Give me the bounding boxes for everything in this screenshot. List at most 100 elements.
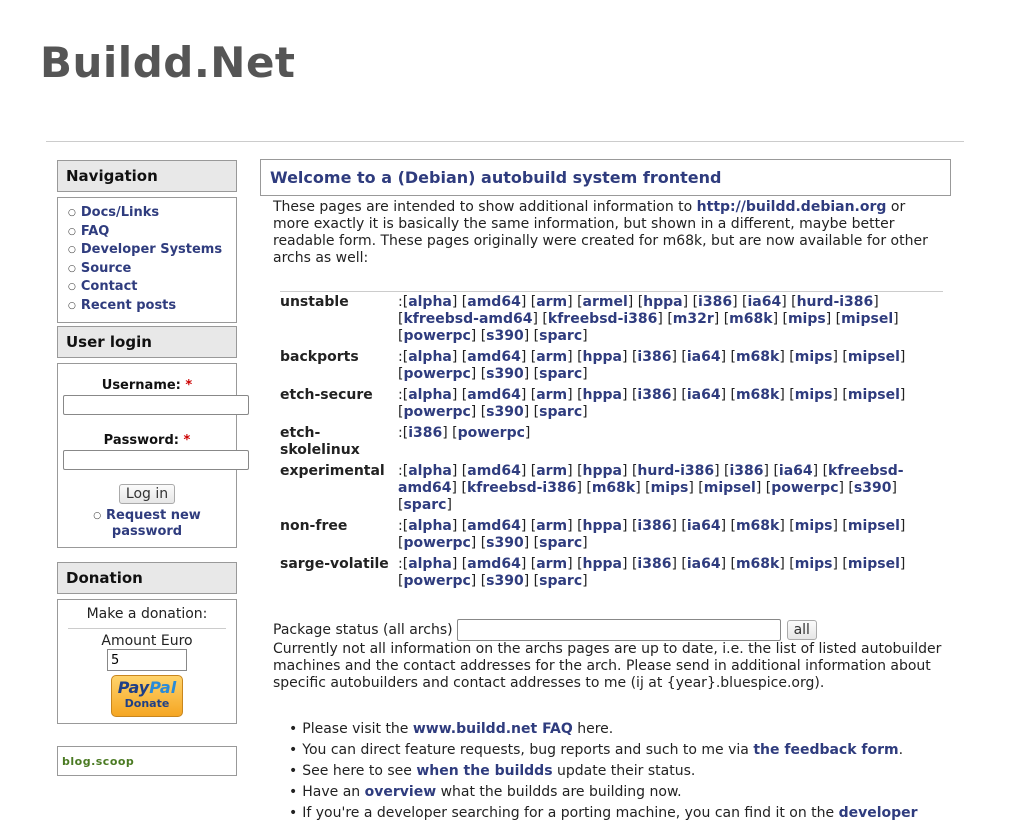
- bullet-link[interactable]: www.buildd.net FAQ: [413, 721, 573, 737]
- arch-link[interactable]: ia64: [687, 387, 721, 403]
- arch-link[interactable]: m68k: [736, 387, 779, 403]
- arch-link[interactable]: amd64: [467, 518, 521, 534]
- arch-link[interactable]: mipsel: [704, 480, 756, 496]
- arch-link[interactable]: powerpc: [403, 404, 470, 420]
- arch-link[interactable]: sparc: [539, 328, 582, 344]
- arch-link[interactable]: ia64: [747, 294, 781, 310]
- arch-link[interactable]: mips: [795, 556, 833, 572]
- arch-link[interactable]: powerpc: [403, 535, 470, 551]
- login-button[interactable]: Log in: [118, 484, 176, 504]
- arch-link[interactable]: s390: [486, 573, 524, 589]
- request-password-link[interactable]: Request new password: [106, 508, 201, 539]
- arch-link[interactable]: arm: [536, 518, 567, 534]
- arch-link[interactable]: arm: [536, 387, 567, 403]
- arch-link[interactable]: kfreebsd-amd64: [403, 311, 532, 327]
- nav-link-faq[interactable]: FAQ: [81, 224, 110, 239]
- arch-link[interactable]: ia64: [687, 518, 721, 534]
- arch-link[interactable]: m32r: [673, 311, 714, 327]
- arch-link[interactable]: mips: [651, 480, 689, 496]
- arch-link[interactable]: i386: [637, 556, 671, 572]
- arch-link[interactable]: hppa: [583, 518, 622, 534]
- arch-link[interactable]: i386: [637, 349, 671, 365]
- package-status-input[interactable]: [456, 619, 781, 641]
- nav-link-contact[interactable]: Contact: [81, 279, 138, 294]
- username-input[interactable]: [63, 395, 249, 415]
- buildd-debian-link[interactable]: http://buildd.debian.org: [697, 199, 887, 215]
- bullet-link[interactable]: the feedback form: [753, 742, 898, 758]
- arch-link[interactable]: hppa: [583, 349, 622, 365]
- amount-input[interactable]: [107, 649, 187, 671]
- arch-link[interactable]: hurd-i386: [637, 463, 714, 479]
- package-all-button[interactable]: all: [786, 620, 817, 640]
- arch-link[interactable]: mipsel: [848, 387, 900, 403]
- arch-link[interactable]: i386: [408, 425, 442, 441]
- nav-link-docs-links[interactable]: Docs/Links: [81, 205, 159, 220]
- arch-link[interactable]: alpha: [408, 387, 452, 403]
- bullet-link[interactable]: overview: [365, 784, 437, 800]
- arch-link[interactable]: kfreebsd-i386: [467, 480, 577, 496]
- arch-link[interactable]: powerpc: [403, 573, 470, 589]
- arch-link[interactable]: ia64: [779, 463, 813, 479]
- blog-badge[interactable]: blog.scoop: [57, 746, 237, 776]
- arch-link[interactable]: mipsel: [848, 349, 900, 365]
- site-title[interactable]: Buildd.Net: [40, 38, 296, 87]
- arch-link[interactable]: mips: [795, 518, 833, 534]
- nav-link-recent-posts[interactable]: Recent posts: [81, 298, 176, 313]
- arch-link[interactable]: i386: [637, 518, 671, 534]
- arch-link[interactable]: s390: [486, 535, 524, 551]
- arch-link[interactable]: sparc: [539, 535, 582, 551]
- arch-link[interactable]: sparc: [539, 573, 582, 589]
- password-input[interactable]: [63, 450, 249, 470]
- bullet-link[interactable]: developer: [839, 805, 918, 821]
- arch-link[interactable]: hppa: [583, 556, 622, 572]
- arch-link[interactable]: alpha: [408, 463, 452, 479]
- arch-link[interactable]: powerpc: [403, 366, 470, 382]
- paypal-donate-button[interactable]: PayPal Donate: [111, 675, 183, 717]
- arch-link[interactable]: powerpc: [403, 328, 470, 344]
- arch-link[interactable]: s390: [854, 480, 892, 496]
- arch-link[interactable]: mips: [795, 387, 833, 403]
- arch-link[interactable]: mipsel: [841, 311, 893, 327]
- arch-link[interactable]: arm: [536, 556, 567, 572]
- arch-link[interactable]: amd64: [467, 463, 521, 479]
- nav-link-developer-systems[interactable]: Developer Systems: [81, 242, 222, 257]
- arch-link[interactable]: mips: [788, 311, 826, 327]
- arch-link[interactable]: sparc: [403, 497, 446, 513]
- bullet-link[interactable]: when the buildds: [416, 763, 552, 779]
- arch-link[interactable]: amd64: [467, 387, 521, 403]
- arch-link[interactable]: arm: [536, 463, 567, 479]
- nav-link-source[interactable]: Source: [81, 261, 131, 276]
- arch-link[interactable]: alpha: [408, 556, 452, 572]
- arch-link[interactable]: arm: [536, 349, 567, 365]
- arch-link[interactable]: powerpc: [771, 480, 838, 496]
- arch-link[interactable]: hppa: [583, 387, 622, 403]
- arch-link[interactable]: i386: [730, 463, 764, 479]
- arch-link[interactable]: alpha: [408, 294, 452, 310]
- arch-link[interactable]: m68k: [736, 349, 779, 365]
- arch-link[interactable]: kfreebsd-i386: [548, 311, 658, 327]
- arch-link[interactable]: powerpc: [458, 425, 525, 441]
- arch-link[interactable]: sparc: [539, 366, 582, 382]
- arch-link[interactable]: hurd-i386: [797, 294, 874, 310]
- arch-link[interactable]: m68k: [592, 480, 635, 496]
- arch-link[interactable]: mips: [795, 349, 833, 365]
- arch-link[interactable]: m68k: [729, 311, 772, 327]
- arch-link[interactable]: alpha: [408, 349, 452, 365]
- arch-link[interactable]: i386: [637, 387, 671, 403]
- arch-link[interactable]: i386: [698, 294, 732, 310]
- arch-link[interactable]: s390: [486, 328, 524, 344]
- arch-link[interactable]: m68k: [736, 518, 779, 534]
- arch-link[interactable]: armel: [583, 294, 628, 310]
- arch-link[interactable]: sparc: [539, 404, 582, 420]
- arch-link[interactable]: ia64: [687, 349, 721, 365]
- arch-link[interactable]: mipsel: [848, 556, 900, 572]
- arch-link[interactable]: ia64: [687, 556, 721, 572]
- arch-link[interactable]: m68k: [736, 556, 779, 572]
- arch-link[interactable]: amd64: [467, 556, 521, 572]
- arch-link[interactable]: alpha: [408, 518, 452, 534]
- arch-link[interactable]: s390: [486, 366, 524, 382]
- arch-link[interactable]: mipsel: [848, 518, 900, 534]
- arch-link[interactable]: amd64: [467, 294, 521, 310]
- arch-link[interactable]: hppa: [583, 463, 622, 479]
- arch-link[interactable]: arm: [536, 294, 567, 310]
